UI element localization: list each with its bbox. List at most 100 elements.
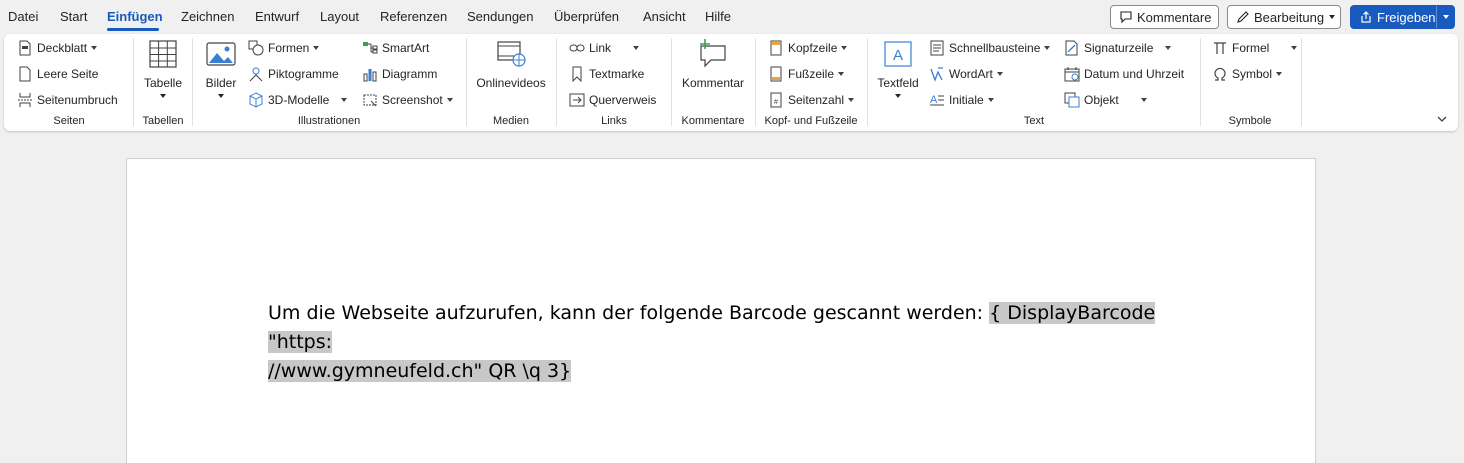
group-label-text: Text (1023, 115, 1045, 127)
bilder-button[interactable]: Bilder (203, 38, 239, 98)
kommentar-button[interactable]: Kommentar (680, 38, 746, 90)
share-label: Freigeben (1377, 9, 1436, 25)
symbol-button[interactable]: Symbol (1212, 64, 1283, 84)
signaturzeile-button[interactable]: Signaturzeile (1064, 38, 1172, 58)
smartart-button[interactable]: SmartArt (362, 38, 429, 58)
bookmark-icon (569, 66, 585, 82)
fusszeile-button[interactable]: Fußzeile (768, 64, 845, 84)
deckblatt-button[interactable]: Deckblatt (17, 38, 98, 58)
comments-button[interactable]: Kommentare (1110, 5, 1219, 29)
objekt-label: Objekt (1084, 93, 1119, 107)
share-dropdown[interactable] (1436, 6, 1454, 28)
object-icon (1064, 92, 1080, 108)
tabelle-button[interactable]: Tabelle (143, 38, 183, 98)
schnellbausteine-button[interactable]: Schnellbausteine (929, 38, 1051, 58)
active-tab-indicator (107, 28, 159, 31)
wordart-button[interactable]: WordArt (929, 64, 1003, 84)
querverweis-button[interactable]: Querverweis (569, 90, 656, 110)
cross-reference-icon (569, 92, 585, 108)
symbol-label: Symbol (1232, 67, 1273, 81)
formen-label: Formen (268, 41, 310, 55)
chevron-down-icon (987, 98, 994, 102)
calendar-icon (1064, 66, 1080, 82)
kopfzeile-label: Kopfzeile (788, 41, 838, 55)
menu-ueberpruefen[interactable]: Überprüfen (554, 9, 619, 24)
initiale-button[interactable]: A Initiale (929, 90, 994, 110)
diagramm-button[interactable]: Diagramm (362, 64, 437, 84)
paragraph-text: Um die Webseite aufzurufen, kann der fol… (268, 302, 990, 324)
menu-referenzen[interactable]: Referenzen (380, 9, 447, 24)
field-code-line2[interactable]: //www.gymneufeld.ch" QR \q 3} (268, 360, 572, 382)
menu-einfuegen[interactable]: Einfügen (107, 9, 163, 24)
svg-text:A: A (893, 47, 903, 64)
onlinevideos-label: Onlinevideos (476, 76, 546, 90)
seitenumbruch-label: Seitenumbruch (37, 93, 118, 107)
menu-hilfe[interactable]: Hilfe (705, 9, 731, 24)
pencil-icon (1236, 10, 1250, 24)
menu-sendungen[interactable]: Sendungen (467, 9, 534, 24)
datum-uhrzeit-button[interactable]: Datum und Uhrzeit (1064, 64, 1184, 84)
signaturzeile-label: Signaturzeile (1084, 41, 1154, 55)
menu-bar: Datei Start Einfügen Zeichnen Entwurf La… (0, 0, 1464, 34)
chevron-down-icon (1291, 46, 1298, 50)
group-label-kommentare: Kommentare (681, 115, 745, 127)
datum-uhrzeit-label: Datum und Uhrzeit (1084, 67, 1185, 81)
textmarke-button[interactable]: Textmarke (569, 64, 644, 84)
chevron-down-icon (848, 98, 855, 102)
share-button[interactable]: Freigeben (1350, 5, 1455, 29)
group-separator (192, 38, 193, 126)
comment-icon (1119, 10, 1133, 24)
formel-label: Formel (1232, 41, 1270, 55)
menu-ansicht[interactable]: Ansicht (643, 9, 686, 24)
wordart-label: WordArt (949, 67, 993, 81)
group-label-symbole: Symbole (1228, 115, 1272, 127)
schnellbausteine-label: Schnellbausteine (949, 41, 1041, 55)
3d-modelle-button[interactable]: 3D-Modelle (248, 90, 348, 110)
menu-layout[interactable]: Layout (320, 9, 359, 24)
group-label-seiten: Seiten (53, 115, 85, 127)
bilder-label: Bilder (205, 76, 237, 90)
group-separator (755, 38, 756, 126)
group-separator (466, 38, 467, 126)
ribbon: Deckblatt Leere Seite Seitenumbruch Seit… (4, 34, 1458, 131)
chevron-down-icon (218, 94, 224, 98)
3d-modelle-label: 3D-Modelle (268, 93, 330, 107)
chevron-down-icon (838, 72, 845, 76)
footer-icon (768, 66, 784, 82)
wordart-icon (929, 66, 945, 82)
menu-zeichnen[interactable]: Zeichnen (181, 9, 234, 24)
objekt-button[interactable]: Objekt (1064, 90, 1147, 110)
header-icon (768, 40, 784, 56)
onlinevideos-button[interactable]: Onlinevideos (475, 38, 547, 90)
group-separator (133, 38, 134, 126)
kopfzeile-button[interactable]: Kopfzeile (768, 38, 848, 58)
link-button[interactable]: Link (569, 38, 640, 58)
menu-entwurf[interactable]: Entwurf (255, 9, 299, 24)
seitenzahl-label: Seitenzahl (788, 93, 845, 107)
signature-line-icon (1064, 40, 1080, 56)
diagramm-label: Diagramm (382, 67, 438, 81)
chevron-down-icon (160, 94, 166, 98)
formen-button[interactable]: Formen (248, 38, 320, 58)
document-page[interactable]: Um die Webseite aufzurufen, kann der fol… (126, 158, 1316, 463)
seitenumbruch-button[interactable]: Seitenumbruch (17, 90, 118, 110)
ribbon-collapse-icon[interactable] (1436, 112, 1448, 130)
chevron-down-icon (313, 46, 320, 50)
menu-start[interactable]: Start (60, 9, 87, 24)
textfeld-button[interactable]: A Textfeld (876, 38, 920, 98)
piktogramme-button[interactable]: Piktogramme (248, 64, 339, 84)
group-label-tabellen: Tabellen (142, 115, 184, 127)
leere-seite-button[interactable]: Leere Seite (17, 64, 98, 84)
textfeld-label: Textfeld (877, 76, 919, 90)
quick-parts-icon (929, 40, 945, 56)
menu-datei[interactable]: Datei (8, 9, 38, 24)
seitenzahl-button[interactable]: # Seitenzahl (768, 90, 855, 110)
formel-button[interactable]: Formel (1212, 38, 1298, 58)
comments-label: Kommentare (1137, 9, 1212, 25)
group-separator (867, 38, 868, 126)
initiale-label: Initiale (949, 93, 984, 107)
document-body[interactable]: Um die Webseite aufzurufen, kann der fol… (268, 299, 1168, 386)
screenshot-button[interactable]: Screenshot (362, 90, 453, 110)
editing-mode-button[interactable]: Bearbeitung (1227, 5, 1341, 29)
chevron-down-icon (1165, 46, 1172, 50)
